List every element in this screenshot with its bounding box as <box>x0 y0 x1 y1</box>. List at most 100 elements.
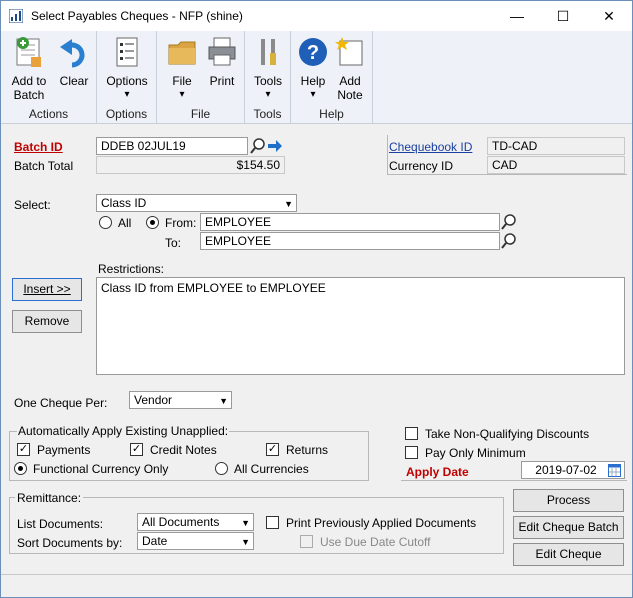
insert-button[interactable]: Insert >> <box>12 278 82 301</box>
sort-documents-dropdown[interactable]: Date ▼ <box>137 532 254 550</box>
all-radio-label: All <box>118 216 132 230</box>
chevron-down-icon: ▾ <box>179 89 185 100</box>
batch-id-field[interactable]: DDEB 02JUL19 <box>96 137 248 155</box>
window-title: Select Payables Cheques - NFP (shine) <box>31 9 243 23</box>
add-to-batch-label-2: Batch <box>13 88 45 102</box>
minimize-button[interactable]: — <box>494 1 540 31</box>
status-bar <box>1 574 632 597</box>
chevron-down-icon: ▼ <box>219 396 228 406</box>
sort-documents-value: Date <box>142 534 168 548</box>
all-currencies-radio[interactable] <box>215 462 228 475</box>
svg-text:?: ? <box>307 42 319 64</box>
print-previous-checkbox[interactable] <box>266 516 279 529</box>
process-button[interactable]: Process <box>513 489 624 512</box>
use-due-date-label: Use Due Date Cutoff <box>320 535 431 549</box>
add-to-batch-label-1: Add to <box>11 74 47 88</box>
from-field[interactable]: EMPLOYEE <box>200 213 500 231</box>
chequebook-id-link[interactable]: Chequebook ID <box>389 140 472 154</box>
file-button[interactable]: File ▾ <box>163 35 201 102</box>
restrictions-list[interactable]: Class ID from EMPLOYEE to EMPLOYEE <box>96 277 625 375</box>
one-cheque-per-dropdown[interactable]: Vendor ▼ <box>129 391 232 409</box>
print-previous-label: Print Previously Applied Documents <box>286 516 477 530</box>
print-button[interactable]: Print <box>203 35 241 88</box>
chevron-down-icon: ▼ <box>284 199 293 209</box>
chevron-down-icon: ▾ <box>124 89 130 100</box>
from-label: From: <box>165 216 197 230</box>
use-due-date-checkbox[interactable] <box>300 535 313 548</box>
add-to-batch-button[interactable]: Add to Batch <box>7 35 51 102</box>
batch-total-field: $154.50 <box>96 156 285 174</box>
returns-checkbox[interactable]: ✓ <box>266 443 279 456</box>
add-note-label-1: Add <box>339 74 361 88</box>
options-button[interactable]: Options ▾ <box>103 35 151 102</box>
one-cheque-per-value: Vendor <box>134 393 173 407</box>
list-documents-label: List Documents: <box>17 517 104 531</box>
select-payables-cheques-window: Select Payables Cheques - NFP (shine) — … <box>0 0 633 598</box>
list-documents-dropdown[interactable]: All Documents ▼ <box>137 513 254 531</box>
add-note-button[interactable]: Add Note <box>331 35 369 102</box>
list-documents-value: All Documents <box>142 515 220 529</box>
options-label: Options <box>106 74 148 88</box>
tools-button[interactable]: Tools ▾ <box>248 35 288 102</box>
app-icon <box>9 9 23 23</box>
restrictions-label: Restrictions: <box>98 262 165 276</box>
take-nonqualifying-checkbox[interactable] <box>405 427 418 440</box>
maximize-button[interactable]: ☐ <box>540 1 586 31</box>
take-nonqualifying-label: Take Non-Qualifying Discounts <box>425 427 590 441</box>
to-label: To: <box>165 236 182 250</box>
select-value: Class ID <box>101 196 147 210</box>
calendar-icon[interactable] <box>608 464 621 477</box>
ribbon-toolbar: Add to Batch Clear Actions Options ▾ Opt… <box>1 31 632 124</box>
ribbon-group-label-actions: Actions <box>28 107 69 121</box>
add-to-batch-icon <box>16 37 41 67</box>
ribbon-group-tools: Tools ▾ Tools <box>245 31 291 123</box>
ribbon-group-label-file: File <box>190 107 211 121</box>
select-label: Select: <box>14 198 51 212</box>
arrow-right-icon[interactable] <box>267 138 283 154</box>
to-lookup-icon[interactable] <box>501 233 517 249</box>
folder-icon <box>168 41 196 65</box>
add-note-icon <box>335 37 363 66</box>
help-question-icon: ? <box>299 38 327 66</box>
chevron-down-icon: ▾ <box>310 89 316 100</box>
clear-button[interactable]: Clear <box>55 35 93 88</box>
edit-cheque-batch-button[interactable]: Edit Cheque Batch <box>513 516 624 539</box>
pay-only-minimum-checkbox[interactable] <box>405 446 418 459</box>
all-currencies-label: All Currencies <box>234 462 309 476</box>
printer-icon <box>208 37 236 66</box>
ribbon-group-label-help: Help <box>319 107 344 121</box>
clear-label: Clear <box>59 74 89 88</box>
returns-label: Returns <box>286 443 329 457</box>
batch-id-label[interactable]: Batch ID <box>14 140 63 154</box>
ribbon-group-options: Options ▾ Options <box>97 31 157 123</box>
from-lookup-icon[interactable] <box>501 214 517 230</box>
chevron-down-icon: ▾ <box>265 89 271 100</box>
currency-id-field: CAD <box>487 156 625 174</box>
functional-currency-label: Functional Currency Only <box>33 462 169 476</box>
auto-apply-label: Automatically Apply Existing Unapplied: <box>17 424 230 438</box>
payments-label: Payments <box>37 443 91 457</box>
help-button[interactable]: ? Help ▾ <box>295 35 331 102</box>
functional-currency-radio[interactable] <box>14 462 27 475</box>
apply-date-label: Apply Date <box>406 465 469 479</box>
add-note-label-2: Note <box>337 88 363 102</box>
tools-label: Tools <box>253 74 282 88</box>
ribbon-group-file: File ▾ Print File <box>157 31 245 123</box>
payments-checkbox[interactable]: ✓ <box>17 443 30 456</box>
chequebook-id-field: TD-CAD <box>487 137 625 155</box>
ribbon-group-label-options: Options <box>105 107 148 121</box>
remove-button[interactable]: Remove <box>12 310 82 333</box>
ribbon-group-actions: Add to Batch Clear Actions <box>1 31 97 123</box>
chevron-down-icon: ▼ <box>241 518 250 528</box>
remittance-label: Remittance: <box>15 491 84 505</box>
close-button[interactable]: ✕ <box>586 1 632 31</box>
one-cheque-per-label: One Cheque Per: <box>14 396 108 410</box>
from-radio[interactable] <box>146 216 159 229</box>
select-dropdown[interactable]: Class ID ▼ <box>96 194 297 212</box>
all-radio[interactable] <box>99 216 112 229</box>
edit-cheque-button[interactable]: Edit Cheque <box>513 543 624 566</box>
sort-documents-label: Sort Documents by: <box>17 536 123 550</box>
batch-lookup-icon[interactable] <box>250 138 266 154</box>
credit-notes-checkbox[interactable]: ✓ <box>130 443 143 456</box>
to-field[interactable]: EMPLOYEE <box>200 232 500 250</box>
